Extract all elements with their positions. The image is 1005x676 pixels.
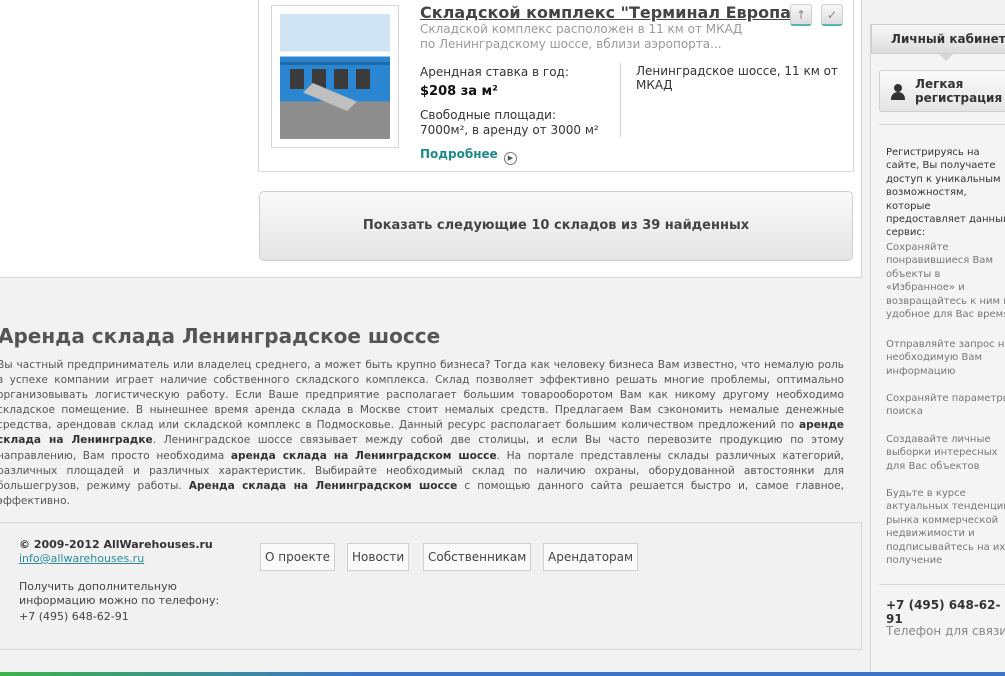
- benefit-item: Сохраняйте понравившиеся Вам объекты в «…: [886, 242, 1005, 321]
- footer-nav-owners[interactable]: Собственникам: [423, 543, 532, 571]
- details-link[interactable]: Подробнее ▶: [420, 147, 517, 165]
- sidebar-divider: [879, 584, 1005, 585]
- benefit-item: Будьте в курсе актуальных тенденций рынк…: [886, 488, 1005, 567]
- footer-nav-tenants[interactable]: Арендаторам: [543, 543, 639, 571]
- warehouse-card: Складской комплекс "Терминал Европа" Скл…: [258, 0, 854, 172]
- register-button-label: Легкая регистрация: [915, 77, 1003, 105]
- card-divider: [620, 63, 621, 137]
- checkmark-icon: ✓: [826, 8, 838, 22]
- tab-notch: [939, 54, 953, 61]
- footer-email-link[interactable]: info@allwarehouses.ru: [19, 552, 144, 565]
- footer-copyright: © 2009-2012 AllWarehouses.ru: [19, 538, 213, 551]
- seo-bold-2: аренда склада на Ленинградском шоссе: [230, 449, 497, 462]
- register-button[interactable]: Легкая регистрация: [879, 70, 1005, 112]
- sidebar-phone: +7 (495) 648-62-91: [886, 598, 1001, 626]
- footer-nav-about[interactable]: О проекте: [260, 543, 336, 571]
- seo-text-part-1: Вы частный предприниматель или владелец …: [0, 359, 844, 432]
- warehouse-description: Складской комплекс расположен в 11 км от…: [420, 22, 743, 51]
- benefit-item: Создавайте личные выборки интересных для…: [886, 434, 998, 472]
- footer-phone: +7 (495) 648-62-91: [19, 610, 129, 623]
- sidebar: Личный кабинет Легкая регистрация Регист…: [870, 24, 1005, 672]
- account-tab[interactable]: Личный кабинет: [871, 24, 1005, 54]
- rate-label: Арендная ставка в год:: [420, 65, 569, 79]
- seo-title: Аренда склада Ленинградское шоссе: [0, 324, 441, 348]
- sidebar-divider: [879, 124, 1005, 125]
- move-up-button[interactable]: ↑: [790, 4, 812, 26]
- user-icon: [891, 84, 905, 100]
- sidebar-intro: Регистрируясь на сайте, Вы получаете дос…: [886, 147, 1005, 239]
- sidebar-phone-caption: Телефон для связи: [886, 624, 1005, 638]
- footer: © 2009-2012 AllWarehouses.ru info@allwar…: [0, 522, 862, 650]
- bottom-bar: [0, 672, 1005, 676]
- rate-value: $208 за м²: [420, 84, 498, 99]
- area-value: 7000м², в аренду от 3000 м²: [420, 123, 599, 137]
- details-link-label: Подробнее: [420, 147, 498, 161]
- warehouse-thumbnail[interactable]: [271, 5, 399, 148]
- warehouse-photo: [280, 14, 390, 139]
- warehouse-title-link[interactable]: Складской комплекс "Терминал Европа": [420, 3, 799, 22]
- seo-text: Вы частный предприниматель или владелец …: [0, 358, 844, 509]
- footer-nav-news[interactable]: Новости: [347, 543, 410, 571]
- compare-button[interactable]: ✓: [821, 4, 843, 26]
- footer-info: Получить дополнительную информацию можно…: [19, 580, 220, 607]
- area-label: Свободные площади:: [420, 108, 557, 122]
- warehouse-location: Ленинградское шоссе, 11 км от МКАД: [636, 64, 838, 92]
- benefit-item: Сохраняйте параметры поиска: [886, 393, 1005, 418]
- benefit-item: Отправляйте запрос на необходимую Вам ин…: [886, 339, 1005, 377]
- show-more-button[interactable]: Показать следующие 10 складов из 39 найд…: [259, 191, 853, 261]
- seo-bold-3: Аренда склада на Ленинградском шоссе: [188, 479, 458, 492]
- play-circle-icon: ▶: [503, 152, 517, 165]
- arrow-up-icon: ↑: [795, 8, 807, 22]
